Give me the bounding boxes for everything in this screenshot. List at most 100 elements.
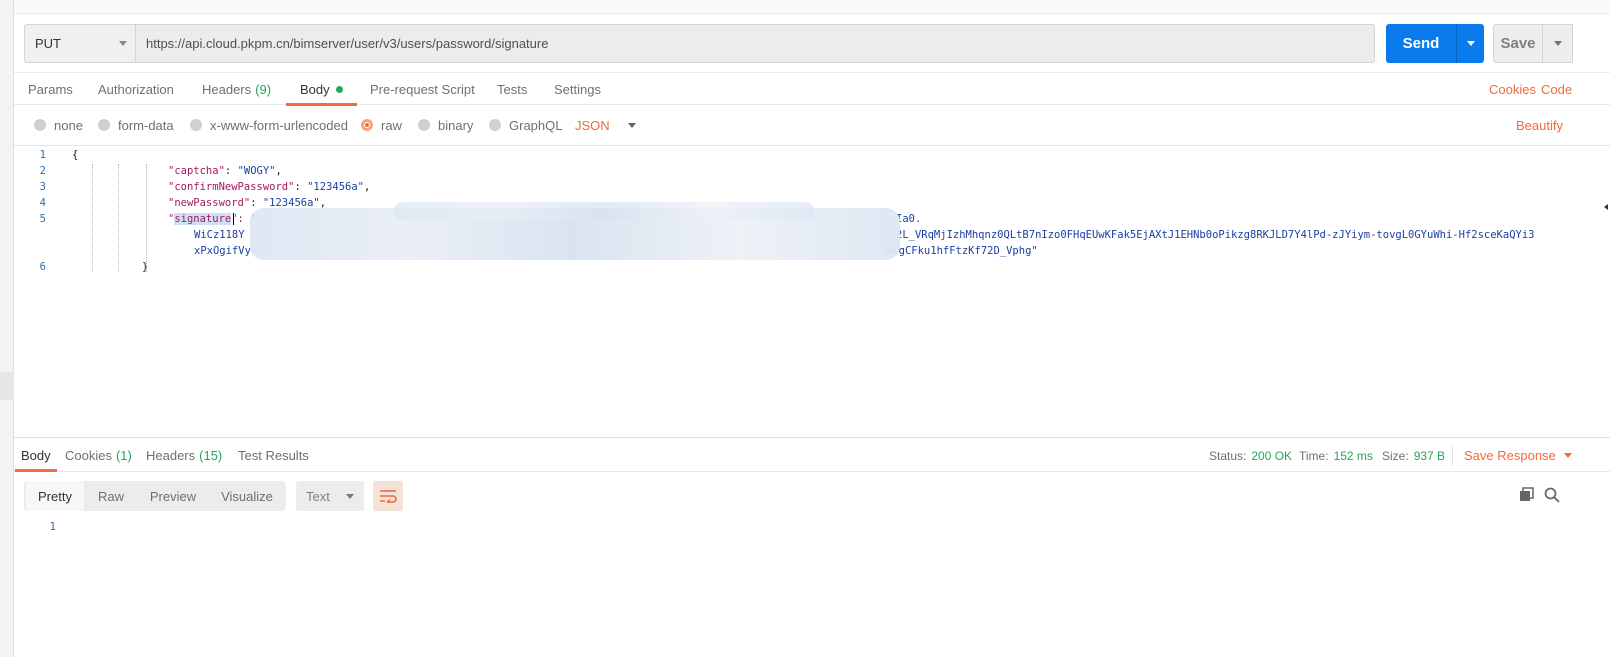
chevron-down-icon	[1563, 453, 1572, 458]
redaction-blur	[394, 202, 814, 220]
body-type-label: binary	[438, 117, 474, 133]
response-tabs: Body Cookies (1) Headers (15) Test Results…	[14, 440, 1610, 472]
response-body-viewer[interactable]: 1	[14, 521, 1610, 657]
json-key: "confirmNewPassword"	[168, 181, 295, 193]
tab-label: Cookies	[65, 448, 112, 463]
tab-label: Authorization	[98, 81, 174, 97]
tab-label: Headers	[146, 448, 196, 463]
code-line: "captcha": "WOGY",	[168, 165, 282, 177]
body-type-label: none	[54, 117, 83, 133]
response-status: Status: 200 OK	[1209, 440, 1292, 471]
view-preview[interactable]: Preview	[138, 481, 208, 511]
code-line: }	[142, 261, 148, 273]
tab-settings[interactable]: Settings	[554, 73, 601, 105]
chevron-down-icon	[1467, 41, 1475, 46]
body-type-graphql[interactable]: GraphQL	[489, 110, 562, 140]
tab-response-body[interactable]: Body	[15, 440, 57, 472]
view-pretty[interactable]: Pretty	[26, 481, 84, 511]
tab-body[interactable]: Body	[286, 73, 357, 106]
indent-guide	[92, 164, 93, 272]
json-key: "newPassword"	[168, 197, 251, 209]
url-input[interactable]: https://api.cloud.pkpm.cn/bimserver/user…	[136, 24, 1375, 63]
time-label: Time:	[1299, 448, 1329, 463]
request-tabs: Params Authorization Headers (9) Body Pre…	[14, 72, 1610, 106]
tab-label: Test Results	[238, 448, 309, 463]
body-type-raw[interactable]: raw	[361, 110, 402, 140]
line-number: 1	[49, 521, 56, 533]
radio-selected-icon	[361, 119, 373, 131]
body-type-label: x-www-form-urlencoded	[210, 117, 348, 133]
copy-icon[interactable]	[1517, 485, 1537, 505]
body-code-editor[interactable]: 1 2 3 4 5 6 { "captcha": "WOGY", "confir…	[14, 145, 1610, 438]
body-type-form-data[interactable]: form-data	[98, 110, 174, 140]
tab-params[interactable]: Params	[28, 73, 73, 105]
json-key: "captcha"	[168, 165, 225, 177]
response-format-select[interactable]: Text	[296, 481, 364, 511]
send-options-button[interactable]	[1456, 24, 1484, 63]
view-raw[interactable]: Raw	[86, 481, 136, 511]
tab-label: Params	[28, 81, 73, 97]
json-colon: :	[224, 165, 238, 177]
json-value: "123456a"	[307, 181, 364, 193]
scroll-left-icon[interactable]	[1604, 204, 1608, 210]
url-text: https://api.cloud.pkpm.cn/bimserver/user…	[146, 36, 549, 51]
body-format-label: JSON	[575, 117, 610, 133]
beautify-link[interactable]: Beautify	[1516, 110, 1563, 140]
radio-icon	[34, 119, 46, 131]
body-format-select[interactable]: JSON	[575, 110, 636, 140]
left-sidebar-edge	[0, 0, 14, 657]
sidebar-selection-marker	[0, 372, 14, 400]
tab-tests[interactable]: Tests	[497, 73, 527, 105]
response-view-toolbar: Pretty Raw Preview Visualize Text	[24, 481, 1604, 513]
view-mode-switcher: Pretty Raw Preview Visualize	[24, 481, 286, 511]
code-line: "signature": "	[168, 213, 257, 225]
body-type-none[interactable]: none	[34, 110, 83, 140]
tab-authorization[interactable]: Authorization	[98, 73, 174, 105]
wrap-lines-icon	[380, 490, 397, 503]
code-line: {	[72, 149, 78, 161]
view-visualize[interactable]: Visualize	[210, 481, 284, 511]
code-link[interactable]: Code	[1541, 73, 1572, 105]
tab-response-cookies[interactable]: Cookies (1)	[65, 440, 132, 471]
headers-count: (9)	[255, 81, 272, 97]
tab-label: Body	[300, 81, 330, 97]
response-format-label: Text	[306, 488, 330, 504]
search-icon[interactable]	[1542, 485, 1562, 505]
tab-headers[interactable]: Headers (9)	[202, 73, 271, 105]
save-options-button[interactable]	[1543, 24, 1573, 63]
method-label: PUT	[35, 36, 61, 51]
tab-pre-request-script[interactable]: Pre-request Script	[370, 73, 475, 105]
send-button[interactable]: Send	[1386, 24, 1456, 63]
close-brace: }	[142, 261, 149, 273]
code-line-fragment: WiCz118Y	[194, 229, 245, 241]
open-brace: {	[72, 149, 79, 161]
body-type-urlencoded[interactable]: x-www-form-urlencoded	[190, 110, 348, 140]
status-value: 200 OK	[1251, 448, 1293, 463]
size-value: 937 B	[1413, 448, 1446, 463]
code-line-fragment: wCgCFku1hfFtzKf72D_Vphg"	[886, 245, 1038, 257]
radio-icon	[98, 119, 110, 131]
line-number: 4	[39, 197, 46, 209]
line-number: 6	[39, 261, 46, 273]
tab-label: Body	[21, 448, 51, 463]
body-type-binary[interactable]: binary	[418, 110, 473, 140]
json-key-selected: signature	[174, 213, 232, 225]
chevron-down-icon	[1554, 41, 1562, 46]
chevron-down-icon	[627, 122, 636, 128]
cookies-link[interactable]: Cookies	[1489, 73, 1536, 105]
divider	[1452, 446, 1453, 466]
radio-icon	[190, 119, 202, 131]
chevron-down-icon	[119, 41, 127, 46]
wrap-lines-button[interactable]	[373, 481, 403, 511]
method-select[interactable]: PUT	[24, 24, 136, 63]
code-line: "confirmNewPassword": "123456a",	[168, 181, 370, 193]
json-colon: :	[294, 181, 308, 193]
response-time: Time: 152 ms	[1299, 440, 1373, 471]
size-label: Size:	[1382, 448, 1409, 463]
save-button[interactable]: Save	[1493, 24, 1543, 63]
headers-count: (15)	[199, 448, 223, 463]
save-response-button[interactable]: Save Response	[1464, 440, 1572, 471]
tab-response-headers[interactable]: Headers (15)	[146, 440, 222, 471]
line-number: 3	[39, 181, 46, 193]
tab-test-results[interactable]: Test Results	[238, 440, 309, 471]
